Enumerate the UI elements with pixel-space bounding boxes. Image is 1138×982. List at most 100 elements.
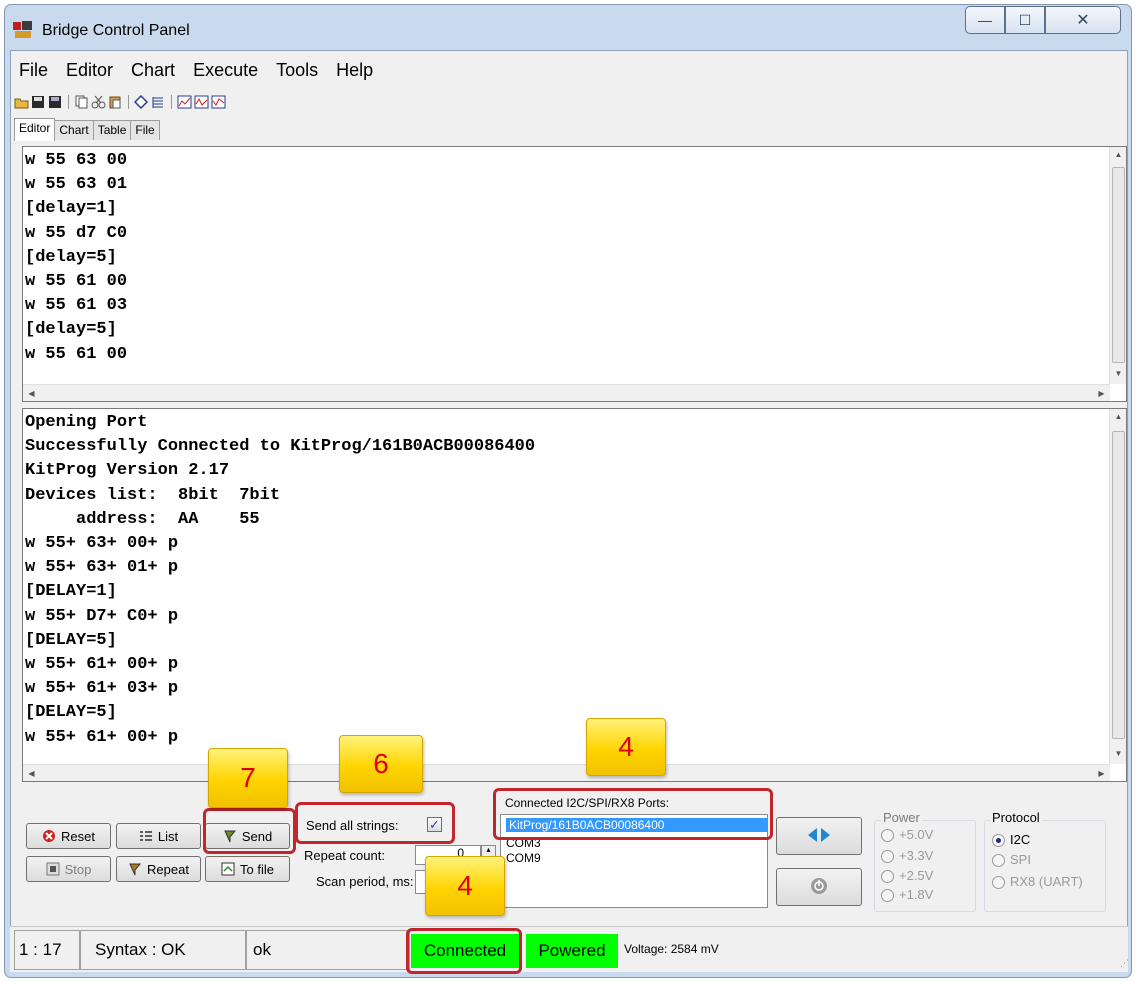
protocol-radio-i2c[interactable] <box>992 834 1005 847</box>
output-vertical-scrollbar[interactable]: ▲ ▼ <box>1109 409 1126 764</box>
port-item-com9[interactable]: COM9 <box>506 851 541 865</box>
menu-execute[interactable]: Execute <box>184 58 267 86</box>
chart-3-icon[interactable] <box>211 95 226 109</box>
callout-4-connected: 4 <box>425 856 505 916</box>
protocol-group <box>984 820 1106 912</box>
editor-vertical-scrollbar[interactable]: ▲ ▼ <box>1109 147 1126 384</box>
menu-chart[interactable]: Chart <box>122 58 184 86</box>
power-radio-1v8[interactable] <box>881 889 894 902</box>
output-horizontal-scrollbar[interactable]: ◀ ▶ <box>23 764 1110 781</box>
status-syntax: Syntax : OK <box>80 930 246 970</box>
cut-icon[interactable] <box>91 95 106 109</box>
toolbar <box>14 92 226 112</box>
connect-toggle-button[interactable] <box>776 817 862 855</box>
highlight-connected <box>406 928 522 974</box>
power-option-2v5: +2.5V <box>899 868 934 883</box>
callout-4-ports: 4 <box>586 718 666 776</box>
connect-arrows-icon <box>806 827 832 846</box>
scroll-right-icon[interactable]: ▶ <box>1093 389 1110 398</box>
menu-bar: File Editor Chart Execute Tools Help <box>10 58 382 86</box>
power-radio-3v3[interactable] <box>881 850 894 863</box>
power-radio-2v5[interactable] <box>881 870 894 883</box>
protocol-option-uart: RX8 (UART) <box>1010 874 1083 889</box>
repeat-icon <box>128 862 142 876</box>
reset-icon <box>42 829 56 843</box>
maximize-button[interactable]: ☐ <box>1005 6 1045 34</box>
protocol-radio-spi[interactable] <box>992 854 1005 867</box>
copy-icon[interactable] <box>74 95 89 109</box>
callout-7: 7 <box>208 748 288 808</box>
minimize-button[interactable]: — <box>965 6 1005 34</box>
to-file-button[interactable]: To file <box>205 856 290 882</box>
check-syntax-icon[interactable] <box>133 94 149 110</box>
highlight-ports <box>493 788 773 840</box>
paste-icon[interactable] <box>108 95 123 109</box>
output-pane[interactable]: Opening Port Successfully Connected to K… <box>22 408 1127 782</box>
power-toggle-button[interactable] <box>776 868 862 906</box>
editor-scroll-thumb[interactable] <box>1112 167 1125 363</box>
save-icon[interactable] <box>31 95 46 109</box>
chart-2-icon[interactable] <box>194 95 209 109</box>
save-to-file-icon <box>221 862 235 876</box>
stop-label: Stop <box>64 861 92 877</box>
status-cursor-position: 1 : 17 <box>14 930 80 970</box>
editor-horizontal-scrollbar[interactable]: ◀ ▶ <box>23 384 1110 401</box>
scroll-up-icon[interactable]: ▲ <box>1110 412 1127 421</box>
tab-strip: Editor Chart Table File <box>14 118 160 141</box>
protocol-group-label: Protocol <box>990 810 1042 825</box>
open-icon[interactable] <box>14 95 29 109</box>
power-group-label: Power <box>881 810 922 825</box>
status-voltage: Voltage: 2584 mV <box>624 942 719 956</box>
save-all-icon[interactable] <box>48 95 63 109</box>
menu-tools[interactable]: Tools <box>267 58 327 86</box>
tab-editor[interactable]: Editor <box>14 118 56 141</box>
status-powered: Powered <box>526 934 618 968</box>
highlight-send <box>203 808 296 854</box>
repeat-button[interactable]: Repeat <box>116 856 201 882</box>
close-button[interactable]: ✕ <box>1045 6 1121 34</box>
tab-chart[interactable]: Chart <box>54 120 94 140</box>
menu-file[interactable]: File <box>10 58 57 86</box>
power-option-3v3: +3.3V <box>899 848 934 863</box>
power-option-5v: +5.0V <box>899 827 934 842</box>
menu-editor[interactable]: Editor <box>57 58 122 86</box>
protocol-radio-uart[interactable] <box>992 876 1005 889</box>
editor-pane[interactable]: w 55 63 00 w 55 63 01 [delay=1] w 55 d7 … <box>22 146 1127 402</box>
tab-file[interactable]: File <box>130 120 160 140</box>
power-radio-5v[interactable] <box>881 829 894 842</box>
output-scroll-thumb[interactable] <box>1112 431 1125 739</box>
menu-help[interactable]: Help <box>327 58 382 86</box>
list-icon[interactable] <box>151 95 166 109</box>
editor-text[interactable]: w 55 63 00 w 55 63 01 [delay=1] w 55 d7 … <box>25 149 127 367</box>
toolbar-separator <box>68 95 69 109</box>
power-icon <box>810 877 828 898</box>
toolbar-separator <box>171 95 172 109</box>
list-label: List <box>157 828 179 844</box>
reset-button[interactable]: Reset <box>26 823 111 849</box>
callout-6: 6 <box>339 735 423 793</box>
list-icon <box>139 829 153 843</box>
scroll-up-icon[interactable]: ▲ <box>1110 150 1127 159</box>
highlight-send-all-strings <box>295 802 455 844</box>
reset-label: Reset <box>61 828 95 844</box>
power-option-1v8: +1.8V <box>899 887 934 902</box>
window-title: Bridge Control Panel <box>42 22 190 39</box>
scroll-down-icon[interactable]: ▼ <box>1110 749 1127 758</box>
repeat-count-label: Repeat count: <box>304 848 385 863</box>
scan-period-label: Scan period, ms: <box>316 874 414 889</box>
output-text: Opening Port Successfully Connected to K… <box>25 413 536 747</box>
protocol-option-i2c: I2C <box>1010 832 1031 847</box>
status-message: ok <box>246 930 410 970</box>
list-button[interactable]: List <box>116 823 201 849</box>
chart-icon[interactable] <box>177 95 192 109</box>
stop-button[interactable]: Stop <box>26 856 111 882</box>
scroll-left-icon[interactable]: ◀ <box>23 769 40 778</box>
scroll-right-icon[interactable]: ▶ <box>1093 769 1110 778</box>
to-file-label: To file <box>240 861 274 877</box>
app-icon <box>12 20 34 40</box>
stop-icon <box>46 862 60 876</box>
scroll-down-icon[interactable]: ▼ <box>1110 369 1127 378</box>
tab-table[interactable]: Table <box>92 120 132 140</box>
resize-grip-icon[interactable]: ⋰ <box>1120 958 1129 969</box>
scroll-left-icon[interactable]: ◀ <box>23 389 40 398</box>
